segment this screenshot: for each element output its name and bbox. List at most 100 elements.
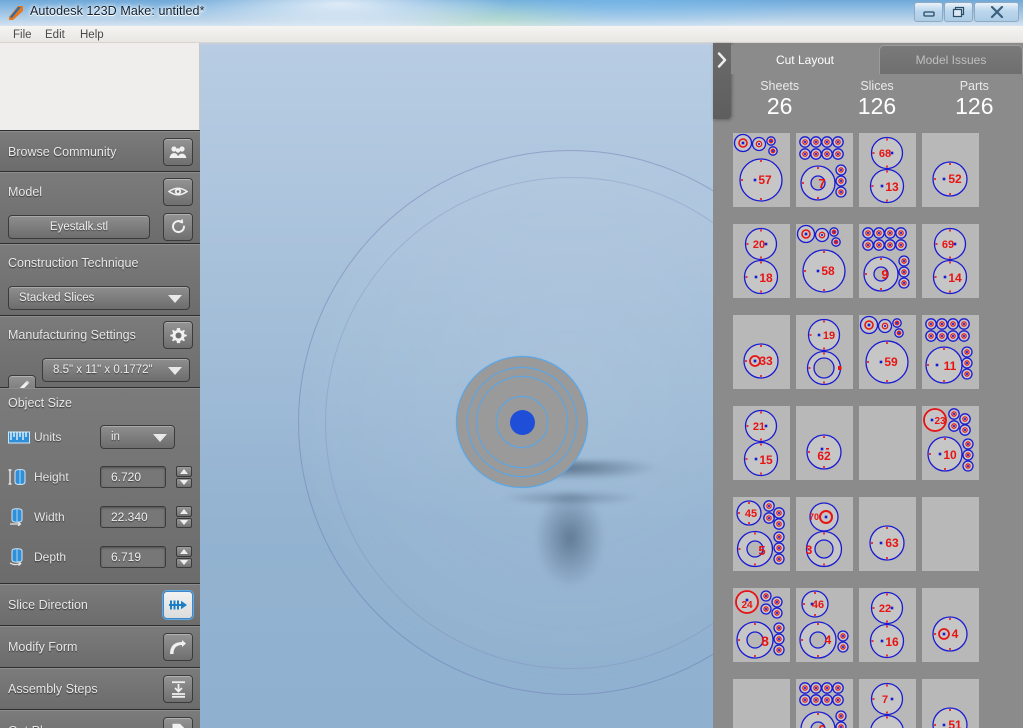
stat-parts-value: 126: [955, 93, 994, 119]
sidebar-item-slice-direction[interactable]: Slice Direction: [0, 584, 200, 626]
sheet-thumbnail[interactable]: 712: [859, 679, 916, 728]
svg-text:57: 57: [758, 173, 772, 187]
sheet-thumbnail[interactable]: 7: [796, 133, 853, 207]
eye-visibility-icon[interactable]: [163, 177, 193, 206]
assembly-steps-icon[interactable]: [163, 675, 193, 703]
svg-text:46: 46: [812, 599, 824, 611]
sidebar-section-browse-community[interactable]: Browse Community: [0, 131, 200, 172]
stat-sheets: Sheets 26: [731, 79, 828, 120]
construction-technique-label: Construction Technique: [8, 256, 139, 270]
model-file-button[interactable]: Eyestalk.stl: [8, 214, 150, 239]
menu-help[interactable]: Help: [75, 27, 109, 43]
sheet-size-select[interactable]: 8.5" x 11" x 0.1772": [42, 358, 190, 382]
sheet-thumbnail[interactable]: 20 18: [733, 224, 790, 298]
sheet-thumbnail[interactable]: 68 13: [859, 133, 916, 207]
width-stepper-down[interactable]: [176, 517, 192, 528]
slice-direction-icon[interactable]: [163, 591, 193, 619]
svg-text:69: 69: [942, 239, 954, 251]
sidebar-section-object-size: Object Size Units in Height 6.720 Width …: [0, 388, 200, 584]
sidebar-item-modify-form[interactable]: Modify Form: [0, 626, 200, 668]
depth-stepper-up[interactable]: [176, 546, 192, 557]
object-size-row-units: Units in: [0, 417, 200, 457]
sheet-thumbnail[interactable]: 33: [733, 315, 790, 389]
tab-model-issues[interactable]: Model Issues: [879, 45, 1023, 74]
close-button[interactable]: [974, 2, 1019, 22]
svg-text:24: 24: [741, 600, 753, 611]
assembly-steps-label: Assembly Steps: [8, 682, 98, 696]
sheet-thumbnail[interactable]: 69 14: [922, 224, 979, 298]
menu-edit[interactable]: Edit: [40, 27, 70, 43]
sheet-thumbnail[interactable]: 11: [922, 315, 979, 389]
height-input[interactable]: 6.720: [100, 466, 166, 488]
width-input[interactable]: 22.340: [100, 506, 166, 528]
sheet-thumbnail-grid[interactable]: 57 7 68 13 52 20 18 58 9 69 14 33 19 59 11 21 15 62 23 10 45…: [731, 133, 1023, 728]
layout-stats: Sheets 26 Slices 126 Parts 126: [731, 79, 1023, 120]
panel-tabs: Cut Layout Model Issues: [731, 43, 1023, 74]
sidebar-item-assembly-steps[interactable]: Assembly Steps: [0, 668, 200, 710]
sheet-thumbnail[interactable]: 23 10: [922, 406, 979, 480]
depth-label: Depth: [34, 550, 67, 564]
people-group-icon[interactable]: [163, 137, 193, 166]
autodesk-logo-icon: [7, 4, 25, 22]
svg-text:20: 20: [753, 239, 765, 251]
panel-collapse-button[interactable]: [713, 43, 731, 119]
sheet-thumbnail[interactable]: 24 8: [733, 588, 790, 662]
sheet-thumbnail[interactable]: 9: [859, 224, 916, 298]
width-label: Width: [34, 510, 65, 524]
sheet-thumbnail[interactable]: [859, 406, 916, 480]
menu-file[interactable]: File: [8, 27, 37, 43]
modify-form-icon[interactable]: [163, 633, 193, 661]
svg-text:59: 59: [884, 355, 898, 369]
sheet-thumbnail[interactable]: 22 16: [859, 588, 916, 662]
tab-cut-layout[interactable]: Cut Layout: [731, 45, 879, 74]
browse-community-label: Browse Community: [8, 144, 117, 159]
gear-icon[interactable]: [163, 321, 193, 349]
units-select[interactable]: in: [100, 425, 175, 449]
stat-sheets-label: Sheets: [760, 79, 800, 93]
construction-technique-select[interactable]: Stacked Slices: [8, 286, 190, 310]
sheet-thumbnail[interactable]: 6: [796, 679, 853, 728]
object-size-row-width: Width 22.340: [0, 497, 200, 537]
height-stepper[interactable]: [176, 466, 192, 488]
sheet-size-value: 8.5" x 11" x 0.1772": [53, 364, 153, 376]
sheet-thumbnail[interactable]: 51: [922, 679, 979, 728]
height-stepper-up[interactable]: [176, 466, 192, 477]
sheet-thumbnail[interactable]: 52: [922, 133, 979, 207]
left-sidebar: Browse Community Model Eyestalk.stl Cons…: [0, 130, 200, 728]
svg-text:68: 68: [879, 148, 891, 160]
sliced-model-preview[interactable]: [456, 356, 588, 488]
depth-input[interactable]: 6.719: [100, 546, 166, 568]
sheet-thumbnail[interactable]: 19: [796, 315, 853, 389]
width-stepper[interactable]: [176, 506, 192, 528]
sidebar-section-construction-technique: Construction Technique Stacked Slices: [0, 244, 200, 316]
depth-stepper[interactable]: [176, 546, 192, 568]
sheet-thumbnail[interactable]: 46 4: [796, 588, 853, 662]
depth-stepper-down[interactable]: [176, 557, 192, 568]
svg-text:8: 8: [761, 633, 769, 649]
construction-technique-value: Stacked Slices: [19, 292, 95, 304]
svg-text:4: 4: [952, 627, 959, 641]
get-plans-label: Get Plans: [8, 724, 63, 728]
sheet-thumbnail[interactable]: 58: [796, 224, 853, 298]
restore-button[interactable]: [944, 2, 973, 22]
minimize-button[interactable]: [914, 2, 943, 22]
sheet-thumbnail[interactable]: 21 15: [733, 406, 790, 480]
get-plans-page-icon[interactable]: [163, 717, 193, 728]
svg-text:22: 22: [879, 603, 891, 615]
stat-parts: Parts 126: [926, 79, 1023, 120]
sheet-thumbnail[interactable]: 63: [859, 497, 916, 571]
refresh-icon[interactable]: [163, 212, 193, 241]
svg-text:18: 18: [759, 271, 773, 285]
sheet-thumbnail[interactable]: 57: [733, 133, 790, 207]
sheet-thumbnail[interactable]: 70 3: [796, 497, 853, 571]
manufacturing-settings-label: Manufacturing Settings: [8, 328, 136, 342]
sheet-thumbnail[interactable]: 4: [922, 588, 979, 662]
sheet-thumbnail[interactable]: [733, 679, 790, 728]
sidebar-item-get-plans[interactable]: Get Plans: [0, 710, 200, 728]
sheet-thumbnail[interactable]: 45 5: [733, 497, 790, 571]
sheet-thumbnail[interactable]: 59: [859, 315, 916, 389]
height-stepper-down[interactable]: [176, 477, 192, 488]
sheet-thumbnail[interactable]: [922, 497, 979, 571]
sheet-thumbnail[interactable]: 62: [796, 406, 853, 480]
width-stepper-up[interactable]: [176, 506, 192, 517]
